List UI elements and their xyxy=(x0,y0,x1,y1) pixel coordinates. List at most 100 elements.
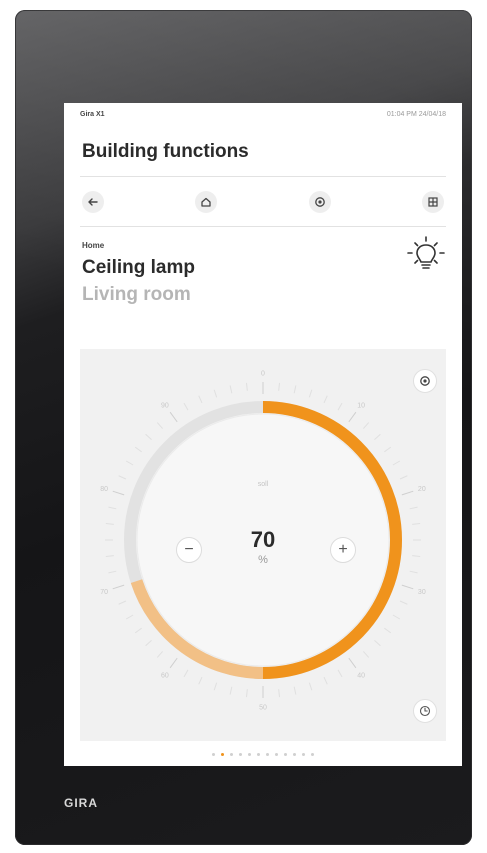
page-title: Building functions xyxy=(82,141,249,162)
grid-view-button[interactable] xyxy=(422,191,444,213)
scale-tick xyxy=(374,639,381,647)
page-dot[interactable] xyxy=(275,753,278,756)
page-dot[interactable] xyxy=(302,753,305,756)
scale-tick xyxy=(213,682,218,691)
scale-tick xyxy=(374,433,381,441)
scale-tick xyxy=(229,385,233,394)
home-icon xyxy=(201,197,211,207)
scale-label: 60 xyxy=(161,673,169,680)
page-dot[interactable] xyxy=(266,753,269,756)
page-dot[interactable] xyxy=(311,753,314,756)
scale-tick xyxy=(156,651,164,658)
settings-button[interactable] xyxy=(309,191,331,213)
scale-tick xyxy=(183,669,189,678)
page-dot[interactable] xyxy=(248,753,251,756)
scale-tick xyxy=(323,395,328,404)
scale-tick xyxy=(198,395,203,404)
scale-tick xyxy=(348,411,357,423)
increase-button[interactable]: + xyxy=(330,537,356,563)
scale-tick xyxy=(183,402,189,411)
scale-tick xyxy=(278,382,281,391)
scale-tick xyxy=(384,627,392,634)
divider xyxy=(80,226,446,227)
scale-tick xyxy=(348,657,357,669)
dimmer-panel: 0 10 20 30 40 50 60 70 80 90 soll 70 % − + xyxy=(80,349,446,741)
scale-tick xyxy=(401,490,414,496)
scale-tick xyxy=(198,676,203,685)
arrow-left-icon xyxy=(88,198,98,206)
gear-icon xyxy=(420,376,430,386)
minus-icon: − xyxy=(184,541,194,558)
gear-icon xyxy=(315,197,325,207)
scale-tick xyxy=(409,570,418,574)
scale-tick xyxy=(169,411,178,423)
scale-tick xyxy=(108,506,117,510)
scale-tick xyxy=(213,389,218,398)
scale-tick xyxy=(392,460,401,466)
scale-label: 10 xyxy=(357,402,365,409)
timer-button[interactable] xyxy=(413,699,437,723)
status-bar: Gira X1 01:04 PM 24/04/18 xyxy=(80,111,446,123)
scale-label: 90 xyxy=(161,402,169,409)
scale-tick xyxy=(118,600,127,605)
decrease-button[interactable]: − xyxy=(176,537,202,563)
scale-tick xyxy=(112,584,125,590)
scale-tick xyxy=(145,433,152,441)
scale-tick xyxy=(293,385,297,394)
scale-tick xyxy=(362,651,370,658)
brightness-readout: 70 % xyxy=(228,529,298,567)
scale-tick xyxy=(399,475,408,480)
page-indicator xyxy=(64,751,462,759)
scale-tick xyxy=(308,682,313,691)
divider xyxy=(80,176,446,177)
plus-icon: + xyxy=(338,541,348,558)
page-dot[interactable] xyxy=(257,753,260,756)
scale-tick xyxy=(125,614,134,620)
scale-tick xyxy=(293,686,297,695)
app-name: Gira X1 xyxy=(80,111,105,118)
scale-tick xyxy=(145,639,152,647)
scale-tick xyxy=(399,600,408,605)
grid-icon xyxy=(428,197,438,207)
page-dot[interactable] xyxy=(221,753,224,756)
scale-tick xyxy=(105,522,114,525)
scale-label: 50 xyxy=(259,705,267,712)
home-button[interactable] xyxy=(195,191,217,213)
scale-tick xyxy=(337,402,343,411)
scale-tick xyxy=(409,506,418,510)
scale-tick xyxy=(105,555,114,558)
scale-tick xyxy=(392,614,401,620)
scale-tick xyxy=(245,689,248,698)
scale-tick xyxy=(337,669,343,678)
scale-tick xyxy=(156,422,164,429)
scale-tick xyxy=(134,446,142,453)
scale-tick xyxy=(412,555,421,558)
scale-tick xyxy=(362,422,370,429)
page-dot[interactable] xyxy=(293,753,296,756)
dial-settings-button[interactable] xyxy=(413,369,437,393)
page-dot[interactable] xyxy=(212,753,215,756)
scale-tick xyxy=(118,475,127,480)
scale-tick xyxy=(323,676,328,685)
scale-tick xyxy=(112,490,125,496)
page-dot[interactable] xyxy=(284,753,287,756)
clock-icon xyxy=(419,705,431,717)
brightness-unit: % xyxy=(258,554,268,566)
brand-logo: GIRA xyxy=(64,796,98,810)
scale-tick xyxy=(169,657,178,669)
value-hint: soll xyxy=(257,481,269,488)
lightbulb-icon xyxy=(407,236,445,269)
scale-label: 0 xyxy=(261,371,265,378)
scale-tick xyxy=(125,460,134,466)
touch-screen: Gira X1 01:04 PM 24/04/18 Building funct… xyxy=(64,103,462,766)
scale-label: 20 xyxy=(418,486,426,493)
page-dot[interactable] xyxy=(239,753,242,756)
scale-tick xyxy=(229,686,233,695)
page-dot[interactable] xyxy=(230,753,233,756)
scale-tick xyxy=(384,446,392,453)
back-button[interactable] xyxy=(82,191,104,213)
scale-tick xyxy=(134,627,142,634)
scale-label: 40 xyxy=(357,673,365,680)
scale-label: 30 xyxy=(418,589,426,596)
device-name: Ceiling lamp xyxy=(82,257,195,278)
